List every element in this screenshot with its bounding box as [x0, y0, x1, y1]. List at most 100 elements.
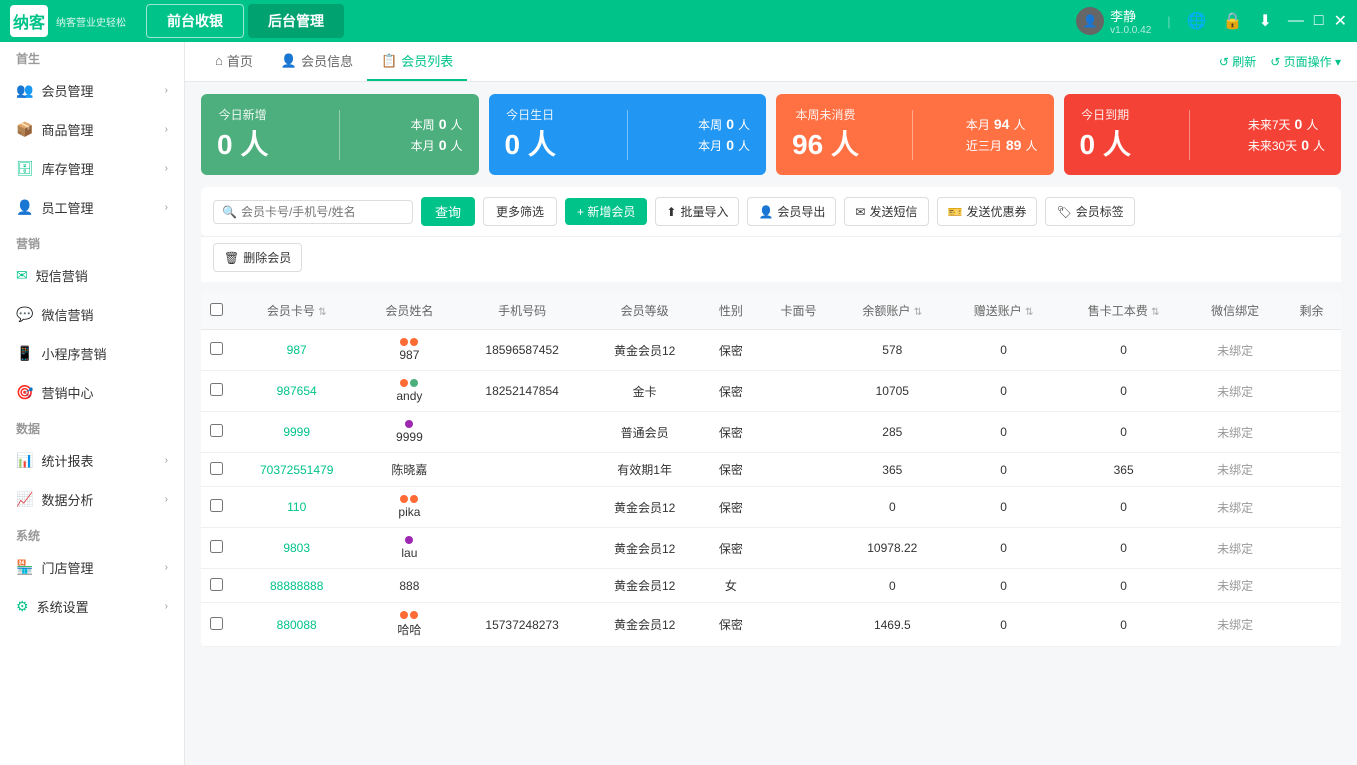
- settings-icon: ⚙: [16, 598, 29, 615]
- delete-icon: 🗑: [224, 251, 239, 265]
- chevron-right-icon: ›: [165, 601, 168, 612]
- backend-btn[interactable]: 后台管理: [248, 4, 344, 38]
- member-card-cost: 0: [1059, 528, 1188, 569]
- sidebar-label: 商品管理: [41, 120, 93, 139]
- member-card-cost: 0: [1059, 603, 1188, 647]
- row-checkbox[interactable]: [210, 424, 223, 437]
- sort-icon[interactable]: ⇅: [914, 307, 922, 318]
- send-coupon-button[interactable]: 🎫 发送优惠券: [937, 197, 1038, 226]
- sort-icon[interactable]: ⇅: [1025, 307, 1033, 318]
- card-no-link[interactable]: 880088: [277, 618, 317, 632]
- stat-divider: [339, 110, 340, 160]
- sidebar-item-staff[interactable]: 👤 员工管理 ›: [0, 188, 184, 227]
- stat-card-birthday: 今日生日 0 人 本周0人 本月0人: [489, 94, 767, 175]
- maximize-btn[interactable]: □: [1314, 11, 1324, 31]
- sort-icon[interactable]: ⇅: [318, 307, 326, 318]
- row-checkbox[interactable]: [210, 617, 223, 630]
- member-name: pika: [398, 505, 420, 519]
- table-row: 98798718596587452黄金会员12保密57800未绑定: [201, 330, 1341, 371]
- row-checkbox[interactable]: [210, 540, 223, 553]
- member-level: 黄金会员12: [588, 487, 702, 528]
- sidebar-item-miniprogram[interactable]: 📱 小程序营销: [0, 334, 184, 373]
- member-phone: [456, 569, 587, 603]
- globe-icon[interactable]: 🌐: [1187, 11, 1207, 31]
- sidebar-item-sms-marketing[interactable]: ✉ 短信营销: [0, 256, 184, 295]
- member-name-cell: pika: [370, 495, 448, 519]
- batch-import-button[interactable]: ⬆ 批量导入: [655, 197, 739, 226]
- query-button[interactable]: 查询: [421, 197, 475, 226]
- member-table: 会员卡号 ⇅ 会员姓名 手机号码 会员等级 性别 卡面号 余额账户 ⇅ 赠送账户…: [201, 292, 1341, 647]
- row-checkbox[interactable]: [210, 383, 223, 396]
- lock-icon[interactable]: 🔒: [1223, 11, 1243, 31]
- search-box[interactable]: 🔍: [213, 200, 413, 224]
- download-icon[interactable]: ⬇: [1259, 11, 1272, 31]
- sidebar-item-stats[interactable]: 📊 统计报表 ›: [0, 441, 184, 480]
- more-filter-button[interactable]: 更多筛选: [483, 197, 557, 226]
- stat-label: 今日生日: [505, 106, 556, 123]
- stat-sub-item: 未来7天0人: [1248, 116, 1325, 133]
- chevron-right-icon: ›: [165, 124, 168, 135]
- sidebar-item-settings[interactable]: ⚙ 系统设置 ›: [0, 587, 184, 626]
- sidebar-item-inventory[interactable]: 🗄 库存管理 ›: [0, 149, 184, 188]
- card-no-link[interactable]: 70372551479: [260, 463, 333, 477]
- sidebar-item-product-management[interactable]: 📦 商品管理 ›: [0, 110, 184, 149]
- tab-home[interactable]: ⌂ 首页: [201, 42, 267, 81]
- store-icon: 🏪: [16, 559, 33, 576]
- sidebar-item-marketing-center[interactable]: 🎯 营销中心: [0, 373, 184, 412]
- table-row: 88888888888黄金会员12女000未绑定: [201, 569, 1341, 603]
- member-dot: [410, 611, 418, 619]
- search-input[interactable]: [241, 205, 404, 219]
- member-gender: 保密: [701, 528, 760, 569]
- chevron-right-icon: ›: [165, 562, 168, 573]
- sidebar-item-store[interactable]: 🏪 门店管理 ›: [0, 548, 184, 587]
- row-checkbox[interactable]: [210, 462, 223, 475]
- card-no-link[interactable]: 88888888: [270, 579, 323, 593]
- stats-row: 今日新增 0 人 本周0人 本月0人: [201, 94, 1341, 175]
- frontend-btn[interactable]: 前台收银: [146, 4, 244, 38]
- sidebar-item-data-analysis[interactable]: 📈 数据分析 ›: [0, 480, 184, 519]
- add-member-button[interactable]: + 新增会员: [565, 198, 647, 225]
- member-card-cost: 365: [1059, 453, 1188, 487]
- sidebar-label: 短信营销: [36, 266, 88, 285]
- sort-icon[interactable]: ⇅: [1151, 307, 1159, 318]
- card-no-link[interactable]: 987: [287, 343, 307, 357]
- th-name: 会员姓名: [362, 292, 456, 330]
- card-no-link[interactable]: 987654: [277, 384, 317, 398]
- row-checkbox[interactable]: [210, 342, 223, 355]
- card-no-link[interactable]: 9803: [283, 541, 310, 555]
- analysis-icon: 📈: [16, 491, 33, 508]
- member-tag-button[interactable]: 🏷 会员标签: [1045, 197, 1134, 226]
- member-level: 黄金会员12: [588, 569, 702, 603]
- sidebar-item-member-management[interactable]: 👥 会员管理 ›: [0, 71, 184, 110]
- refresh-btn[interactable]: ↺ 刷新: [1219, 53, 1256, 70]
- member-gift: 0: [948, 453, 1059, 487]
- action-row2: 🗑 删除会员: [201, 236, 1341, 282]
- send-sms-button[interactable]: ✉ 发送短信: [844, 197, 928, 226]
- member-export-button[interactable]: 👤 会员导出: [747, 197, 836, 226]
- sidebar-item-wechat-marketing[interactable]: 💬 微信营销: [0, 295, 184, 334]
- stat-sub-item: 近三月89人: [966, 137, 1038, 154]
- member-card-face: [760, 330, 836, 371]
- select-all-checkbox[interactable]: [210, 303, 223, 316]
- coupon-icon: 🎫: [948, 205, 963, 219]
- sms-icon: ✉: [16, 267, 28, 284]
- minimize-btn[interactable]: —: [1288, 11, 1304, 31]
- member-name: andy: [396, 389, 422, 403]
- row-checkbox[interactable]: [210, 499, 223, 512]
- member-phone: [456, 453, 587, 487]
- delete-member-button[interactable]: 🗑 删除会员: [213, 243, 302, 272]
- card-no-link[interactable]: 9999: [283, 425, 310, 439]
- window-controls: — □ ✕: [1288, 11, 1347, 31]
- tab-member-info[interactable]: 👤 会员信息: [267, 42, 367, 81]
- close-btn[interactable]: ✕: [1334, 11, 1347, 31]
- th-balance: 余额账户 ⇅: [837, 292, 948, 330]
- page-operation-btn[interactable]: ↺ 页面操作 ▾: [1270, 53, 1341, 70]
- member-balance: 0: [837, 487, 948, 528]
- card-no-link[interactable]: 110: [287, 500, 306, 514]
- tab-member-list[interactable]: 📋 会员列表: [367, 42, 467, 81]
- stat-card-new-today: 今日新增 0 人 本周0人 本月0人: [201, 94, 479, 175]
- row-checkbox[interactable]: [210, 578, 223, 591]
- member-gender: 保密: [701, 453, 760, 487]
- member-table-wrapper: 会员卡号 ⇅ 会员姓名 手机号码 会员等级 性别 卡面号 余额账户 ⇅ 赠送账户…: [201, 292, 1341, 647]
- topbar: 纳客 纳客营业史轻松 前台收银 后台管理 👤 李静 v1.0.0.42 | 🌐 …: [0, 0, 1357, 42]
